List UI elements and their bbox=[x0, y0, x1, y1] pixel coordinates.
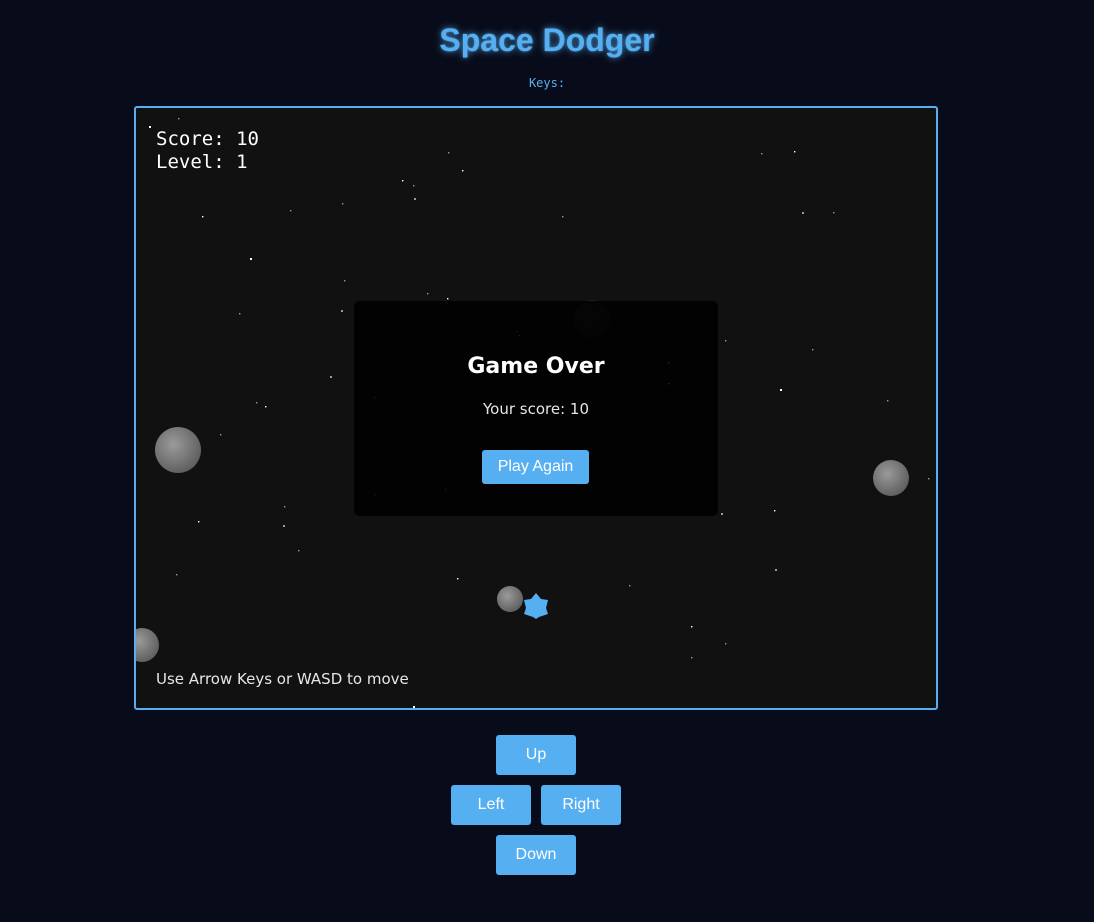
keys-label: Keys: bbox=[528, 76, 566, 90]
asteroid-icon bbox=[497, 586, 523, 612]
down-button[interactable]: Down bbox=[496, 835, 576, 875]
right-button[interactable]: Right bbox=[541, 785, 621, 825]
score-display: Score: 10 bbox=[156, 128, 259, 150]
game-title: Space Dodger bbox=[439, 22, 655, 58]
ship-icon bbox=[524, 593, 548, 619]
game-over-dialog: Game Over Your score: 10 Play Again bbox=[354, 301, 718, 516]
game-over-title: Game Over bbox=[467, 354, 605, 379]
controls-hint: Use Arrow Keys or WASD to move bbox=[156, 670, 409, 688]
play-again-button[interactable]: Play Again bbox=[482, 450, 589, 484]
final-score: Your score: 10 bbox=[482, 400, 589, 418]
asteroid-icon bbox=[155, 427, 201, 473]
asteroid-icon bbox=[136, 628, 159, 662]
asteroid-icon bbox=[873, 460, 909, 496]
left-button[interactable]: Left bbox=[451, 785, 531, 825]
up-button[interactable]: Up bbox=[496, 735, 576, 775]
hud: Score: 10 Level: 1 bbox=[156, 128, 259, 174]
game-canvas[interactable]: Score: 10 Level: 1 Game Over Your score:… bbox=[134, 106, 938, 710]
level-display: Level: 1 bbox=[156, 151, 248, 173]
